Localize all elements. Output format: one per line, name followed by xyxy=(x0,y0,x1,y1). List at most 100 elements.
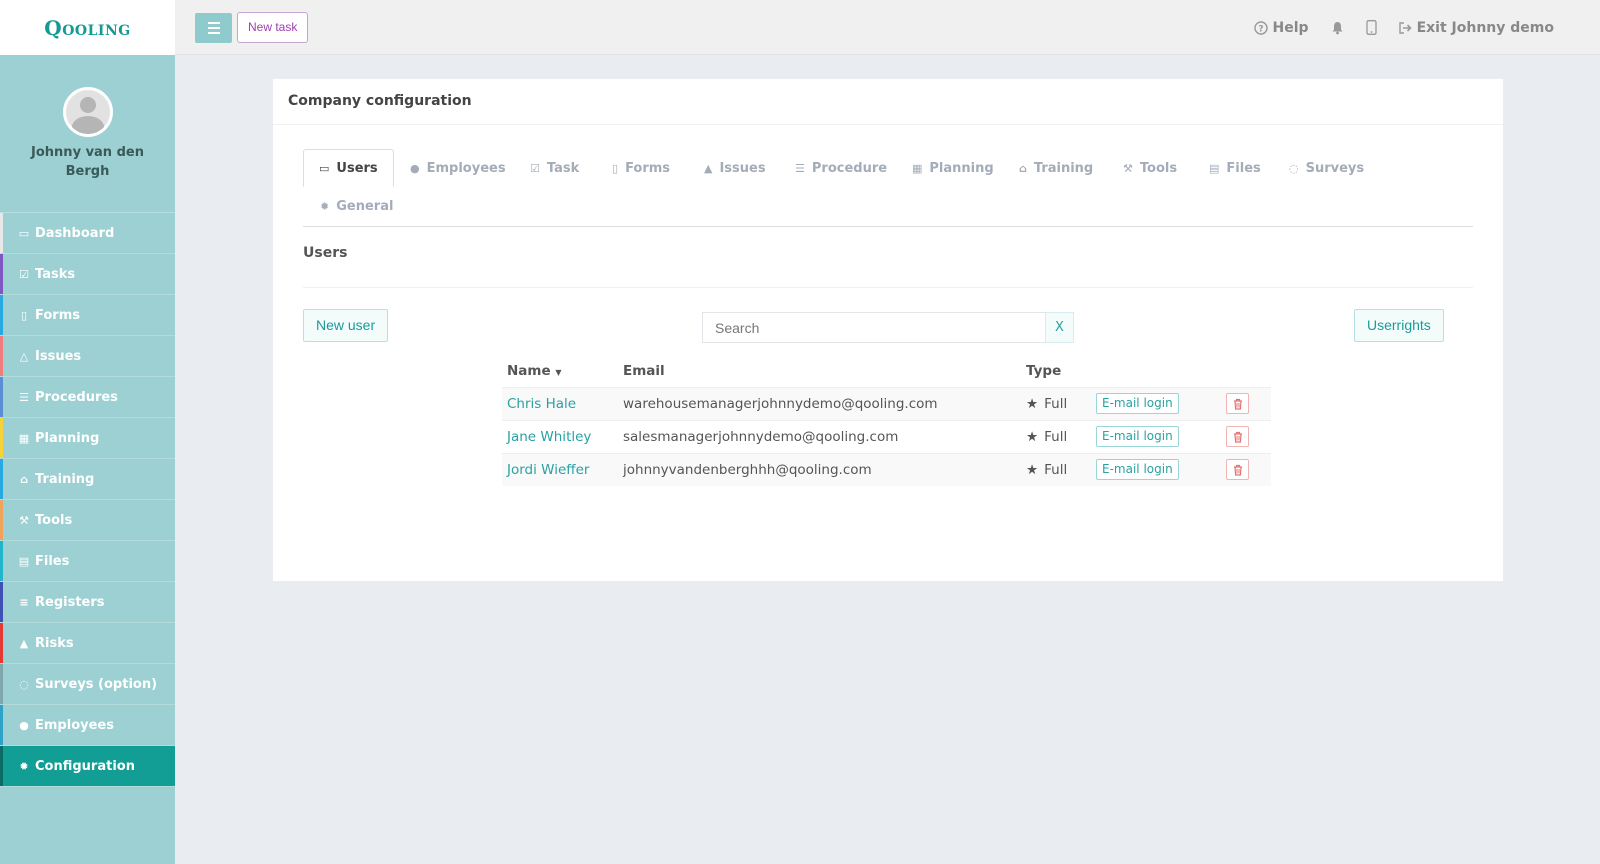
search-input[interactable] xyxy=(702,312,1046,343)
exit-demo-link[interactable]: Exit Johnny demo xyxy=(1398,20,1554,36)
clear-search-button[interactable]: X xyxy=(1045,312,1074,343)
mobile-app-button[interactable] xyxy=(1365,20,1377,35)
new-task-button[interactable]: New task xyxy=(237,12,309,43)
svg-text:?: ? xyxy=(1258,24,1263,34)
star-icon: ★ xyxy=(1026,461,1039,478)
user-name: Johnny van den Bergh xyxy=(31,145,144,179)
list-icon: ☰ xyxy=(19,390,29,404)
sidebar-item-forms[interactable]: ▯ Forms xyxy=(0,295,175,336)
nav-color-bar xyxy=(0,705,3,745)
nav-color-bar xyxy=(0,418,3,458)
tab-issues[interactable]: ▲ Issues xyxy=(689,149,781,187)
avatar[interactable] xyxy=(62,87,113,137)
tab-users[interactable]: ▭ Users xyxy=(303,149,394,187)
tab-label: Employees xyxy=(426,160,506,176)
tab-procedure[interactable]: ☰ Procedure xyxy=(780,149,902,187)
trash-icon xyxy=(1233,398,1242,410)
sidebar-item-label: Training xyxy=(35,471,95,487)
sidebar-item-label: Tasks xyxy=(35,266,76,282)
sidebar-item-dashboard[interactable]: ▭ Dashboard xyxy=(0,213,175,254)
tab-planning[interactable]: ▦ Planning xyxy=(897,149,1009,187)
tab-surveys[interactable]: ◌ Surveys xyxy=(1274,149,1379,187)
users-table: Name ▼ Email Type Chris Hale warehousema… xyxy=(502,355,1271,486)
name-column-header[interactable]: Name ▼ xyxy=(502,355,618,387)
tab-label: Procedure xyxy=(811,160,888,176)
sidebar-item-issues[interactable]: △ Issues xyxy=(0,336,175,377)
sidebar-item-label: Forms xyxy=(35,307,80,323)
company-configuration-card: Company configuration ▭ Users ● Employees … xyxy=(273,79,1503,581)
logo[interactable]: Qooling xyxy=(0,0,175,55)
tab-training[interactable]: ⌂ Training xyxy=(1004,149,1108,187)
email-login-button[interactable]: E-mail login xyxy=(1096,393,1179,414)
userrights-button[interactable]: Userrights xyxy=(1354,309,1444,342)
nav-color-bar xyxy=(0,295,3,335)
delete-user-button[interactable] xyxy=(1226,426,1249,447)
user-name-link[interactable]: Jane Whitley xyxy=(507,429,591,445)
register-icon: ≡ xyxy=(19,595,29,609)
sidebar-item-employees[interactable]: ● Employees xyxy=(0,705,175,746)
id-card-icon: ▭ xyxy=(319,161,330,175)
help-link[interactable]: ? Help xyxy=(1253,19,1309,36)
sidebar-item-files[interactable]: ▤ Files xyxy=(0,541,175,582)
sidebar-item-training[interactable]: ⌂ Training xyxy=(0,459,175,500)
nav-color-bar xyxy=(0,377,3,417)
check-square-icon: ☑ xyxy=(19,267,29,281)
nav-color-bar xyxy=(0,582,3,622)
new-user-button[interactable]: New user xyxy=(303,309,389,342)
trash-icon xyxy=(1233,464,1242,476)
nav-color-bar xyxy=(0,336,3,376)
sidebar-item-tools[interactable]: ⚒ Tools xyxy=(0,500,175,541)
user-type: Full xyxy=(1044,428,1068,445)
tab-general[interactable]: ✹ General xyxy=(305,187,408,225)
user-profile: Johnny van den Bergh xyxy=(0,55,175,213)
divider xyxy=(303,287,1473,288)
user-name-link[interactable]: Chris Hale xyxy=(507,396,576,412)
tab-employees[interactable]: ● Employees xyxy=(395,149,521,187)
tab-label: Files xyxy=(1226,160,1261,176)
trash-icon xyxy=(1233,431,1242,443)
sidebar-item-risks[interactable]: ▲ Risks xyxy=(0,623,175,664)
hamburger-menu-button[interactable] xyxy=(195,13,232,43)
gear-icon: ✹ xyxy=(19,759,29,773)
sidebar-item-label: Configuration xyxy=(35,758,135,774)
top-right-actions: ? Help Exit Johnny demo xyxy=(1253,0,1554,55)
star-icon: ★ xyxy=(1026,395,1039,412)
monitor-icon: ▭ xyxy=(18,226,30,240)
email-login-button[interactable]: E-mail login xyxy=(1096,426,1179,447)
tab-files[interactable]: ▤ Files xyxy=(1194,149,1276,187)
sidebar-item-surveys[interactable]: ◌ Surveys (option) xyxy=(0,664,175,705)
user-email: warehousemanagerjohnnydemo@qooling.com xyxy=(618,386,1021,420)
tab-label: Users xyxy=(336,160,378,176)
nav-color-bar xyxy=(0,541,3,581)
nav-color-bar xyxy=(0,500,3,540)
sidebar-item-label: Registers xyxy=(35,594,105,610)
delete-user-button[interactable] xyxy=(1226,459,1249,480)
sidebar-item-tasks[interactable]: ☑ Tasks xyxy=(0,254,175,295)
tab-label: Surveys xyxy=(1305,160,1365,176)
sidebar-item-registers[interactable]: ≡ Registers xyxy=(0,582,175,623)
table-row: Jordi Wieffer johnnyvandenberghhh@qoolin… xyxy=(502,452,1271,486)
sidebar-item-procedures[interactable]: ☰ Procedures xyxy=(0,377,175,418)
delete-user-button[interactable] xyxy=(1226,393,1249,414)
user-name-link[interactable]: Jordi Wieffer xyxy=(507,462,589,478)
sidebar: Johnny van den Bergh ▭ Dashboard ☑ Tasks ▯… xyxy=(0,55,175,864)
nav-color-bar xyxy=(0,254,3,294)
mobile-phone-icon xyxy=(1365,20,1377,35)
sidebar-item-configuration[interactable]: ✹ Configuration xyxy=(0,746,175,787)
email-login-button[interactable]: E-mail login xyxy=(1096,459,1179,480)
sidebar-item-label: Procedures xyxy=(35,389,118,405)
tab-label: Task xyxy=(546,160,580,176)
name-header-label: Name xyxy=(507,362,551,379)
tab-forms[interactable]: ▯ Forms xyxy=(597,149,685,187)
email-column-header: Email xyxy=(623,362,665,379)
comment-icon: ◌ xyxy=(1289,161,1299,175)
nav-color-bar xyxy=(0,213,3,253)
sidebar-item-planning[interactable]: ▦ Planning xyxy=(0,418,175,459)
user-email: johnnyvandenberghhh@qooling.com xyxy=(618,452,1021,486)
tab-tools[interactable]: ⚒ Tools xyxy=(1108,149,1192,187)
comment-icon: ◌ xyxy=(19,677,29,691)
warning-icon: ▲ xyxy=(19,636,29,650)
notifications-button[interactable] xyxy=(1331,21,1344,35)
help-label: Help xyxy=(1272,19,1309,36)
tab-task[interactable]: ☑ Task xyxy=(515,149,594,187)
